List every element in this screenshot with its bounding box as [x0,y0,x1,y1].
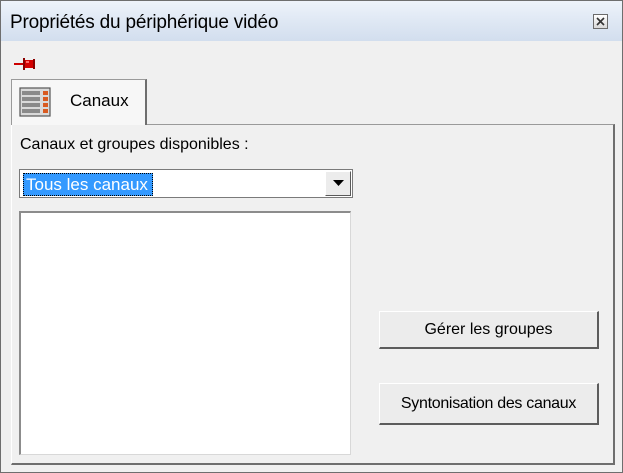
channels-dropdown[interactable]: Tous les canaux [19,169,353,198]
channels-listbox[interactable] [19,211,351,455]
chevron-down-icon [333,180,344,186]
dropdown-button[interactable] [325,171,351,196]
close-button[interactable] [593,14,608,29]
title-bar[interactable]: Propriétés du périphérique vidéo [1,1,622,41]
channel-list-icon [19,87,51,117]
dropdown-selected-value: Tous les canaux [23,173,153,196]
tab-label: Canaux [70,91,129,110]
channels-groups-label: Canaux et groupes disponibles : [20,136,249,153]
pushpin-icon[interactable] [14,57,36,71]
close-icon [596,17,605,26]
channel-tuning-button[interactable]: Syntonisation des canaux [379,383,599,425]
window-title: Propriétés du périphérique vidéo [10,12,279,33]
manage-groups-button[interactable]: Gérer les groupes [379,311,599,349]
properties-dialog: Propriétés du périphérique vidéo Canaux … [0,0,623,473]
tab-canaux[interactable]: Canaux [11,79,147,125]
